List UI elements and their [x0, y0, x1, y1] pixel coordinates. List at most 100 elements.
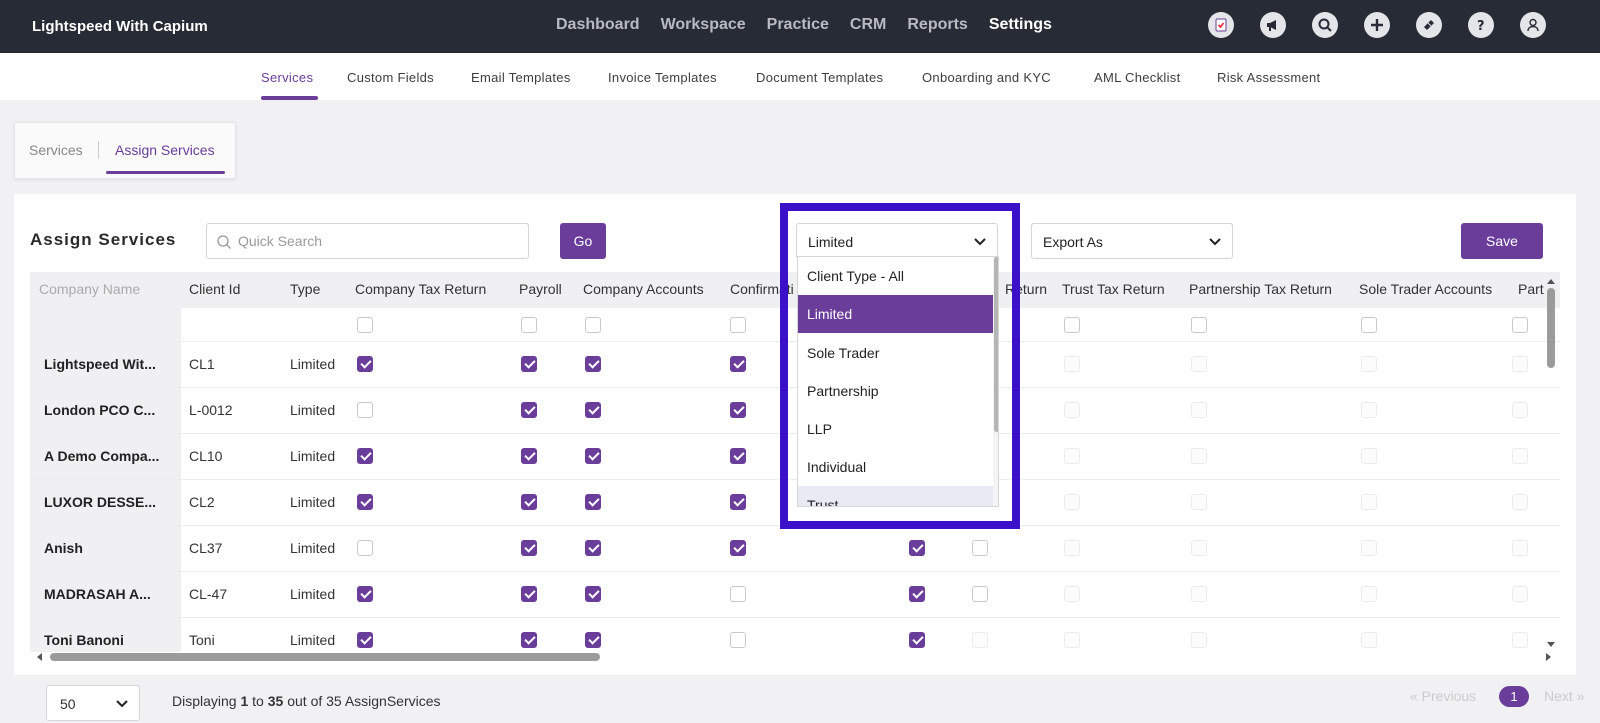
- service-checkbox[interactable]: [1191, 586, 1207, 602]
- next-page-button[interactable]: Next »: [1544, 688, 1584, 704]
- service-checkbox[interactable]: [1191, 494, 1207, 510]
- service-checkbox[interactable]: [357, 356, 373, 372]
- col-payroll[interactable]: Payroll: [519, 281, 562, 297]
- save-button[interactable]: Save: [1461, 223, 1543, 259]
- select-all-checkbox[interactable]: [730, 317, 746, 333]
- service-checkbox[interactable]: [1512, 494, 1528, 510]
- col-partnership-tax-return[interactable]: Partnership Tax Return: [1189, 281, 1332, 297]
- service-checkbox[interactable]: [1512, 632, 1528, 648]
- tab-services[interactable]: Services: [29, 142, 83, 158]
- service-checkbox[interactable]: [1512, 448, 1528, 464]
- service-checkbox[interactable]: [909, 586, 925, 602]
- service-checkbox[interactable]: [909, 632, 925, 648]
- subnav-invoice-templates[interactable]: Invoice Templates: [608, 70, 717, 85]
- table-row[interactable]: MADRASAH A... CL-47 Limited: [30, 572, 1560, 618]
- nav-reports[interactable]: Reports: [907, 16, 967, 34]
- col-company-name[interactable]: Company Name: [39, 281, 140, 297]
- previous-page-button[interactable]: « Previous: [1410, 688, 1476, 704]
- service-checkbox[interactable]: [585, 402, 601, 418]
- nav-crm[interactable]: CRM: [850, 16, 886, 34]
- export-select[interactable]: Export As: [1031, 223, 1233, 259]
- subnav-email-templates[interactable]: Email Templates: [471, 70, 571, 85]
- horizontal-scroll-thumb[interactable]: [50, 653, 600, 661]
- service-checkbox[interactable]: [521, 586, 537, 602]
- subnav-services[interactable]: Services: [261, 70, 313, 85]
- service-checkbox[interactable]: [357, 402, 373, 418]
- service-checkbox[interactable]: [972, 632, 988, 648]
- select-all-checkbox[interactable]: [1361, 317, 1377, 333]
- service-checkbox[interactable]: [730, 356, 746, 372]
- megaphone-icon[interactable]: [1260, 12, 1286, 38]
- nav-settings[interactable]: Settings: [989, 16, 1052, 34]
- service-checkbox[interactable]: [1191, 540, 1207, 556]
- select-all-checkbox[interactable]: [585, 317, 601, 333]
- add-icon[interactable]: [1364, 12, 1390, 38]
- service-checkbox[interactable]: [585, 356, 601, 372]
- service-checkbox[interactable]: [357, 540, 373, 556]
- horizontal-scrollbar[interactable]: [34, 650, 1556, 664]
- help-icon[interactable]: ?: [1468, 12, 1494, 38]
- col-client-id[interactable]: Client Id: [189, 281, 240, 297]
- service-checkbox[interactable]: [730, 586, 746, 602]
- search-input[interactable]: [238, 224, 523, 258]
- nav-workspace[interactable]: Workspace: [661, 16, 746, 34]
- service-checkbox[interactable]: [357, 494, 373, 510]
- service-checkbox[interactable]: [1064, 448, 1080, 464]
- tab-assign-services[interactable]: Assign Services: [115, 142, 215, 158]
- service-checkbox[interactable]: [1361, 632, 1377, 648]
- scroll-up-icon[interactable]: [1544, 276, 1558, 286]
- user-icon[interactable]: [1520, 12, 1546, 38]
- service-checkbox[interactable]: [1191, 448, 1207, 464]
- service-checkbox[interactable]: [521, 402, 537, 418]
- service-checkbox[interactable]: [585, 540, 601, 556]
- service-checkbox[interactable]: [521, 632, 537, 648]
- service-checkbox[interactable]: [1361, 356, 1377, 372]
- ticket-icon[interactable]: [1416, 12, 1442, 38]
- nav-dashboard[interactable]: Dashboard: [556, 16, 640, 34]
- service-checkbox[interactable]: [730, 540, 746, 556]
- service-checkbox[interactable]: [1361, 540, 1377, 556]
- service-checkbox[interactable]: [1361, 402, 1377, 418]
- service-checkbox[interactable]: [585, 448, 601, 464]
- service-checkbox[interactable]: [1064, 356, 1080, 372]
- service-checkbox[interactable]: [972, 540, 988, 556]
- select-all-checkbox[interactable]: [357, 317, 373, 333]
- search-icon[interactable]: [1312, 12, 1338, 38]
- service-checkbox[interactable]: [1361, 494, 1377, 510]
- vertical-scrollbar[interactable]: [1544, 276, 1558, 650]
- service-checkbox[interactable]: [521, 356, 537, 372]
- scroll-right-icon[interactable]: [1544, 650, 1554, 664]
- page-size-select[interactable]: 50: [46, 685, 140, 721]
- service-checkbox[interactable]: [1512, 540, 1528, 556]
- select-all-checkbox[interactable]: [1191, 317, 1207, 333]
- table-row[interactable]: Toni Banoni Toni Limited: [30, 618, 1560, 652]
- col-company-accounts[interactable]: Company Accounts: [583, 281, 704, 297]
- service-checkbox[interactable]: [357, 586, 373, 602]
- service-checkbox[interactable]: [585, 632, 601, 648]
- service-checkbox[interactable]: [1064, 402, 1080, 418]
- service-checkbox[interactable]: [1064, 494, 1080, 510]
- service-checkbox[interactable]: [1191, 402, 1207, 418]
- col-trust-tax-return[interactable]: Trust Tax Return: [1062, 281, 1165, 297]
- service-checkbox[interactable]: [357, 448, 373, 464]
- subnav-onboarding-kyc[interactable]: Onboarding and KYC: [922, 70, 1051, 85]
- select-all-checkbox[interactable]: [521, 317, 537, 333]
- service-checkbox[interactable]: [730, 632, 746, 648]
- subnav-document-templates[interactable]: Document Templates: [756, 70, 883, 85]
- service-checkbox[interactable]: [909, 540, 925, 556]
- scroll-left-icon[interactable]: [34, 650, 44, 664]
- service-checkbox[interactable]: [1064, 632, 1080, 648]
- service-checkbox[interactable]: [730, 448, 746, 464]
- select-all-checkbox[interactable]: [1512, 317, 1528, 333]
- go-button[interactable]: Go: [560, 223, 606, 259]
- service-checkbox[interactable]: [972, 586, 988, 602]
- table-row[interactable]: Anish CL37 Limited: [30, 526, 1560, 572]
- subnav-aml-checklist[interactable]: AML Checklist: [1094, 70, 1181, 85]
- col-partial[interactable]: Part: [1518, 281, 1544, 297]
- service-checkbox[interactable]: [1361, 586, 1377, 602]
- service-checkbox[interactable]: [585, 494, 601, 510]
- service-checkbox[interactable]: [521, 540, 537, 556]
- service-checkbox[interactable]: [357, 632, 373, 648]
- service-checkbox[interactable]: [1064, 540, 1080, 556]
- service-checkbox[interactable]: [1512, 356, 1528, 372]
